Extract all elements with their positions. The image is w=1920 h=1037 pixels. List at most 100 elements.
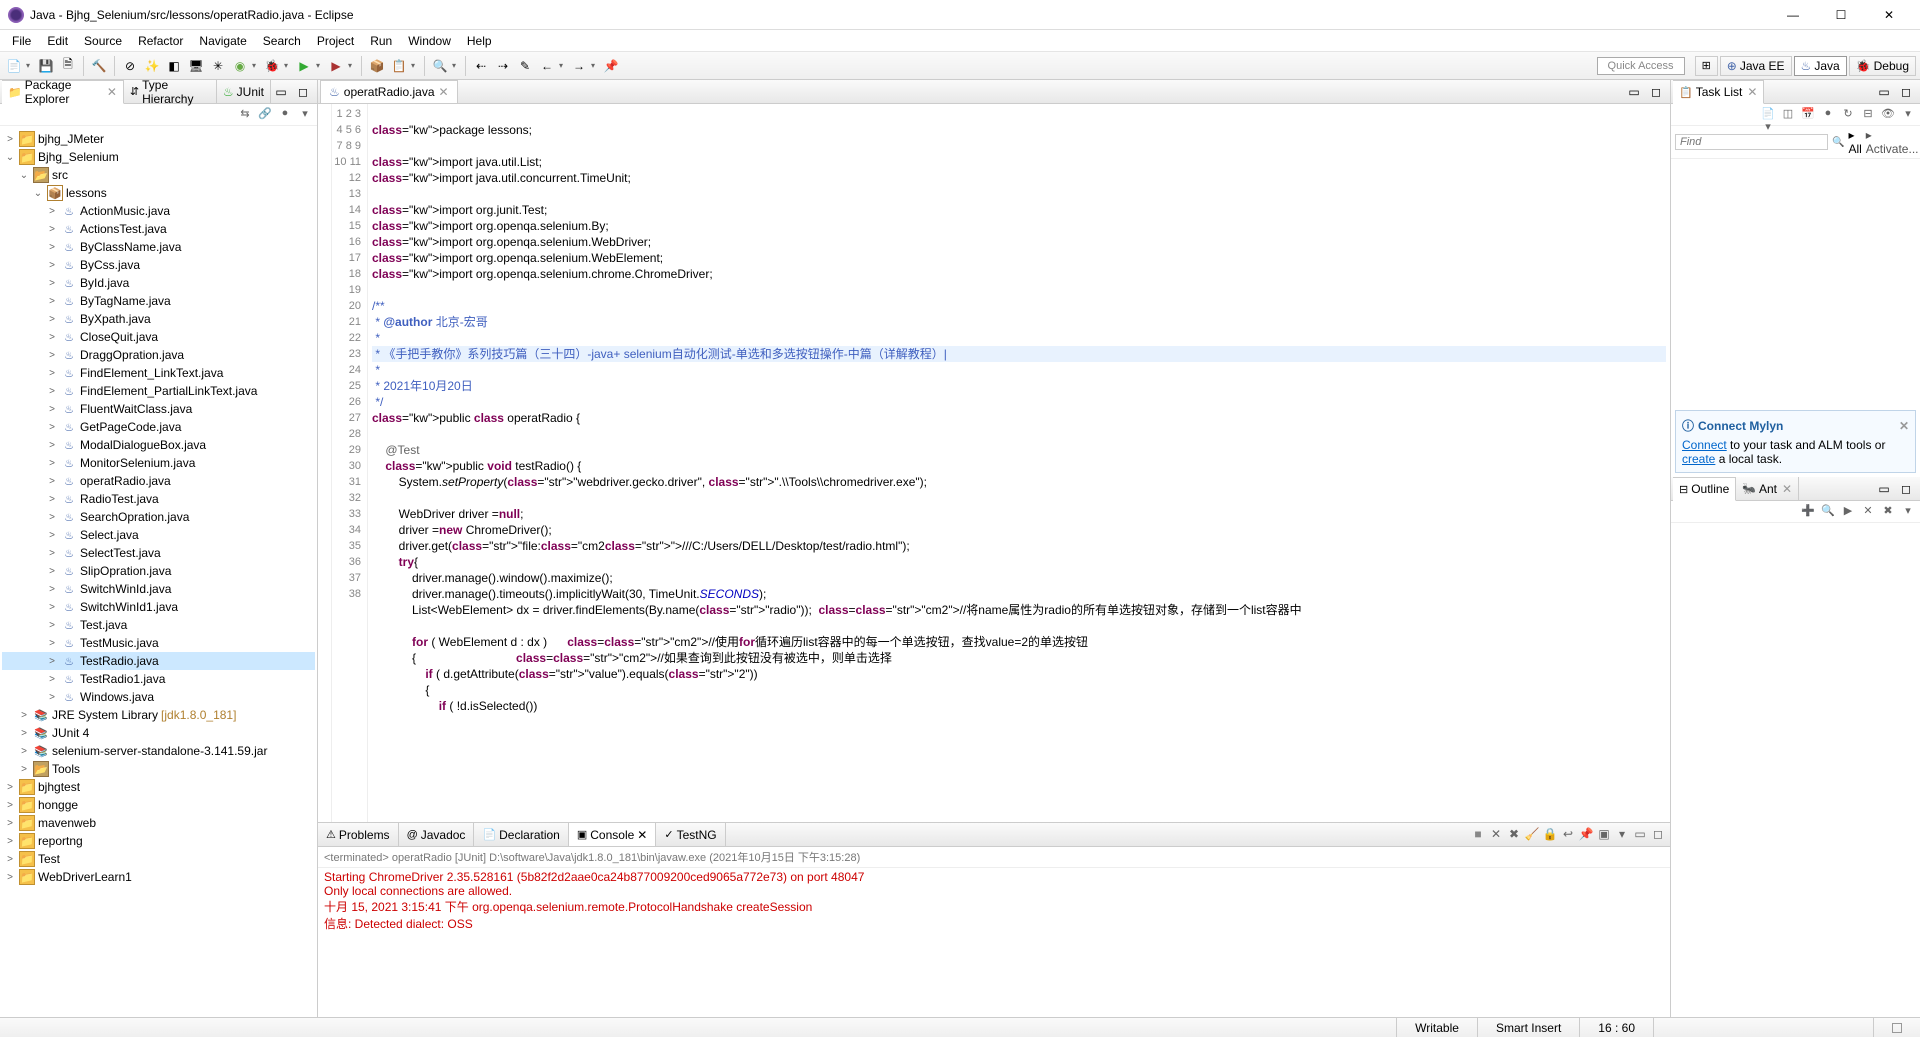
- pin-icon[interactable]: 📌: [1578, 827, 1594, 843]
- tree-item[interactable]: >♨FindElement_LinkText.java: [2, 364, 315, 382]
- console-output[interactable]: Starting ChromeDriver 2.35.528161 (5b82f…: [318, 868, 1670, 1017]
- add-icon[interactable]: ➕: [1800, 504, 1816, 520]
- cat-icon[interactable]: ◫: [1780, 107, 1796, 123]
- min-icon[interactable]: ▭: [1632, 827, 1648, 843]
- tree-item[interactable]: >📁bjhg_JMeter: [2, 130, 315, 148]
- tree-item[interactable]: >📂Tools: [2, 760, 315, 778]
- tree-item[interactable]: >📁hongge: [2, 796, 315, 814]
- save-all-icon[interactable]: 🗎: [58, 56, 78, 76]
- ext-tools-icon[interactable]: ▶: [326, 56, 346, 76]
- remove-icon[interactable]: ✕: [1488, 827, 1504, 843]
- minimize-editor-icon[interactable]: ▭: [1624, 82, 1644, 102]
- run-icon[interactable]: ▶: [1840, 504, 1856, 520]
- menu-help[interactable]: Help: [459, 32, 500, 50]
- editor-tab-operatradio[interactable]: ♨operatRadio.java✕: [320, 80, 458, 103]
- menu-source[interactable]: Source: [76, 32, 130, 50]
- package-tree[interactable]: >📁bjhg_JMeter⌄📁Bjhg_Selenium⌄📂src⌄📦lesso…: [0, 126, 317, 1017]
- close-button[interactable]: ✕: [1866, 3, 1912, 27]
- menu-navigate[interactable]: Navigate: [191, 32, 254, 50]
- search-icon[interactable]: 🔍: [430, 56, 450, 76]
- tree-item[interactable]: >♨CloseQuit.java: [2, 328, 315, 346]
- maximize-view-icon[interactable]: ◻: [293, 82, 313, 102]
- minimize-view-icon[interactable]: ▭: [271, 82, 291, 102]
- tab-type-hierarchy[interactable]: ⇵ Type Hierarchy: [124, 80, 217, 103]
- focus-icon[interactable]: ●: [1820, 107, 1836, 123]
- display-icon[interactable]: ▣: [1596, 827, 1612, 843]
- pin-icon[interactable]: 📌: [601, 56, 621, 76]
- tree-item[interactable]: >♨ByCss.java: [2, 256, 315, 274]
- tree-item[interactable]: >📁bjhgtest: [2, 778, 315, 796]
- menu-refactor[interactable]: Refactor: [130, 32, 191, 50]
- clear-icon[interactable]: 🧹: [1524, 827, 1540, 843]
- last-edit-icon[interactable]: ✎: [515, 56, 535, 76]
- scroll-lock-icon[interactable]: 🔒: [1542, 827, 1558, 843]
- tab-junit[interactable]: ♨ JUnit: [217, 80, 271, 103]
- menu-icon[interactable]: ▾: [1900, 107, 1916, 123]
- find-input[interactable]: [1675, 134, 1828, 150]
- tree-item[interactable]: >♨TestMusic.java: [2, 634, 315, 652]
- tree-item[interactable]: >♨TestRadio1.java: [2, 670, 315, 688]
- terminate-icon[interactable]: ■: [1470, 827, 1486, 843]
- tree-item[interactable]: >♨MonitorSelenium.java: [2, 454, 315, 472]
- tree-item[interactable]: ⌄📁Bjhg_Selenium: [2, 148, 315, 166]
- close-icon[interactable]: ✕: [637, 828, 647, 842]
- remove-icon[interactable]: ✕: [1860, 504, 1876, 520]
- menu-icon[interactable]: ▾: [297, 107, 313, 123]
- status-box-icon[interactable]: [1892, 1023, 1902, 1033]
- toggle-icon[interactable]: ◧: [164, 56, 184, 76]
- menu-project[interactable]: Project: [309, 32, 362, 50]
- menu-icon[interactable]: ▾: [1900, 504, 1916, 520]
- focus-icon[interactable]: ●: [277, 107, 293, 123]
- new-type-icon[interactable]: 📋: [389, 56, 409, 76]
- debug-icon[interactable]: 🐞: [262, 56, 282, 76]
- perspective-javaee[interactable]: ⊕Java EE: [1720, 56, 1792, 76]
- tree-item[interactable]: >📚JUnit 4: [2, 724, 315, 742]
- perspective-java[interactable]: ♨Java: [1794, 56, 1847, 76]
- tree-item[interactable]: >♨RadioTest.java: [2, 490, 315, 508]
- tree-item[interactable]: >📁mavenweb: [2, 814, 315, 832]
- tree-item[interactable]: >♨SlipOpration.java: [2, 562, 315, 580]
- all-dropdown[interactable]: ▸ All: [1848, 128, 1861, 156]
- create-link[interactable]: create: [1682, 452, 1715, 466]
- tree-item[interactable]: >♨ByTagName.java: [2, 292, 315, 310]
- tab-testng[interactable]: ✓ TestNG: [656, 823, 725, 846]
- close-tab-icon[interactable]: ✕: [439, 85, 449, 99]
- tree-item[interactable]: >♨SwitchWinId.java: [2, 580, 315, 598]
- open-console-icon[interactable]: ▾: [1614, 827, 1630, 843]
- tab-tasklist[interactable]: 📋 Task List ✕: [1673, 80, 1764, 104]
- tree-item[interactable]: >📁WebDriverLearn1: [2, 868, 315, 886]
- connect-link[interactable]: Connect: [1682, 438, 1727, 452]
- skip-bp-icon[interactable]: ⊘: [120, 56, 140, 76]
- tree-item[interactable]: >♨ActionMusic.java: [2, 202, 315, 220]
- collapse-icon[interactable]: ⇆: [237, 107, 253, 123]
- tab-ant[interactable]: 🐜 Ant ✕: [1736, 477, 1799, 500]
- min-icon[interactable]: ▭: [1874, 479, 1894, 499]
- tree-item[interactable]: >📚JRE System Library [jdk1.8.0_181]: [2, 706, 315, 724]
- activate-link[interactable]: ▸ Activate...: [1866, 128, 1919, 156]
- menu-window[interactable]: Window: [400, 32, 459, 50]
- minimize-button[interactable]: —: [1770, 3, 1816, 27]
- close-icon[interactable]: ✕: [1747, 85, 1757, 99]
- tree-item[interactable]: >♨TestRadio.java: [2, 652, 315, 670]
- min-icon[interactable]: ▭: [1874, 82, 1894, 102]
- collapse-icon[interactable]: ⊟: [1860, 107, 1876, 123]
- open-perspective-button[interactable]: ⊞: [1695, 56, 1718, 76]
- run-icon[interactable]: ▶: [294, 56, 314, 76]
- quick-access[interactable]: Quick Access: [1597, 57, 1685, 75]
- tab-declaration[interactable]: 📄 Declaration: [474, 823, 568, 846]
- max-icon[interactable]: ◻: [1896, 82, 1916, 102]
- perspective-debug[interactable]: 🐞Debug: [1849, 56, 1916, 76]
- wrap-icon[interactable]: ↩: [1560, 827, 1576, 843]
- remove-all-icon[interactable]: ✖: [1880, 504, 1896, 520]
- tree-item[interactable]: ⌄📦lessons: [2, 184, 315, 202]
- tab-problems[interactable]: ⚠ Problems: [318, 823, 399, 846]
- new-server-icon[interactable]: 🖥: [186, 56, 206, 76]
- tab-package-explorer[interactable]: 📁 Package Explorer ✕: [2, 80, 124, 104]
- fwd-icon[interactable]: →: [569, 56, 589, 76]
- tree-item[interactable]: >♨ByClassName.java: [2, 238, 315, 256]
- coverage-icon[interactable]: ◉: [230, 56, 250, 76]
- close-icon[interactable]: ✕: [1782, 482, 1792, 496]
- build-icon[interactable]: 🔨: [89, 56, 109, 76]
- menu-file[interactable]: File: [4, 32, 39, 50]
- code-editor[interactable]: 1 2 3 4 5 6 7 8 9 10 11 12 13 14 15 16 1…: [318, 104, 1670, 822]
